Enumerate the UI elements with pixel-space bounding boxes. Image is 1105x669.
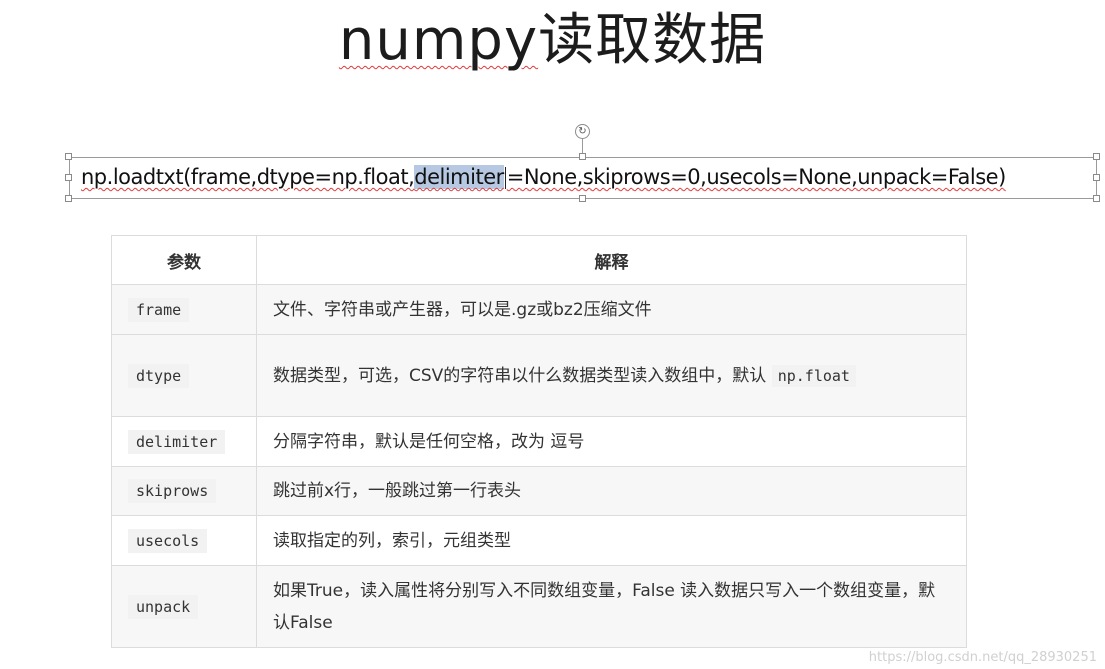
param-cell: dtype: [111, 334, 257, 417]
code-before: np.loadtxt(frame,dtype=np.float,: [81, 165, 415, 189]
resize-handle-bottom-center[interactable]: [579, 195, 586, 202]
resize-handle-middle-right[interactable]: [1093, 174, 1100, 181]
table-row: usecols 读取指定的列，索引，元组类型: [111, 515, 967, 566]
title-numpy: numpy: [338, 8, 539, 73]
header-desc: 解释: [256, 235, 967, 285]
desc-cell: 数据类型，可选，CSV的字符串以什么数据类型读入数组中，默认 np.float: [256, 334, 967, 417]
slide-title: numpy读取数据: [0, 6, 1105, 76]
param-cell: usecols: [111, 515, 257, 566]
desc-text: 数据类型，可选，CSV的字符串以什么数据类型读入数组中，默认: [273, 365, 772, 386]
desc-text: 跳过前x行，一般跳过第一行表头: [273, 481, 522, 501]
code-after: =None,skiprows=0,usecols=None,unpack=Fal…: [506, 165, 1007, 189]
desc-text: 文件、字符串或产生器，可以是.gz或bz2压缩文件: [273, 299, 652, 320]
param-name: frame: [128, 297, 190, 322]
resize-handle-top-right[interactable]: [1093, 153, 1100, 160]
table-row: skiprows 跳过前x行，一般跳过第一行表头: [111, 466, 967, 516]
text-caret: [504, 167, 506, 189]
desc-cell: 读取指定的列，索引，元组类型: [256, 515, 967, 566]
param-name: delimiter: [128, 429, 226, 454]
param-name: dtype: [128, 363, 190, 388]
resize-handle-top-left[interactable]: [65, 153, 72, 160]
param-name: usecols: [128, 528, 208, 553]
param-cell: unpack: [111, 565, 257, 648]
resize-handle-bottom-left[interactable]: [65, 195, 72, 202]
table-header-row: 参数 解释: [111, 235, 967, 285]
desc-cell: 文件、字符串或产生器，可以是.gz或bz2压缩文件: [256, 284, 967, 335]
table-row: dtype 数据类型，可选，CSV的字符串以什么数据类型读入数组中，默认 np.…: [111, 334, 967, 417]
param-cell: frame: [111, 284, 257, 335]
resize-handle-bottom-right[interactable]: [1093, 195, 1100, 202]
param-table: 参数 解释 frame 文件、字符串或产生器，可以是.gz或bz2压缩文件 dt…: [111, 235, 967, 648]
desc-text: 如果True，读入属性将分别写入不同数组变量，False 读入数据只写入一个数组…: [273, 580, 936, 633]
rotate-handle-icon[interactable]: ↻: [575, 124, 590, 139]
param-name: unpack: [128, 594, 199, 619]
table-row: frame 文件、字符串或产生器，可以是.gz或bz2压缩文件: [111, 284, 967, 335]
table-row: delimiter 分隔字符串，默认是任何空格，改为 逗号: [111, 416, 967, 467]
header-param: 参数: [111, 235, 257, 285]
desc-cell: 如果True，读入属性将分别写入不同数组变量，False 读入数据只写入一个数组…: [256, 565, 967, 648]
code-text[interactable]: np.loadtxt(frame,dtype=np.float,delimite…: [81, 162, 1006, 192]
desc-cell: 分隔字符串，默认是任何空格，改为 逗号: [256, 416, 967, 467]
watermark: https://blog.csdn.net/qq_28930251: [868, 650, 1097, 665]
desc-inline-code: np.float: [771, 364, 856, 387]
title-cjk: 读取数据: [538, 8, 767, 73]
param-cell: delimiter: [111, 416, 257, 467]
desc-text: 分隔字符串，默认是任何空格，改为 逗号: [273, 431, 585, 452]
table-row: unpack 如果True，读入属性将分别写入不同数组变量，False 读入数据…: [111, 565, 967, 648]
param-name: skiprows: [128, 479, 217, 503]
resize-handle-middle-left[interactable]: [65, 174, 72, 181]
code-selected: delimiter: [414, 165, 504, 189]
param-cell: skiprows: [111, 466, 257, 516]
resize-handle-top-center[interactable]: [579, 153, 586, 160]
desc-cell: 跳过前x行，一般跳过第一行表头: [256, 466, 967, 516]
desc-text: 读取指定的列，索引，元组类型: [273, 530, 511, 551]
